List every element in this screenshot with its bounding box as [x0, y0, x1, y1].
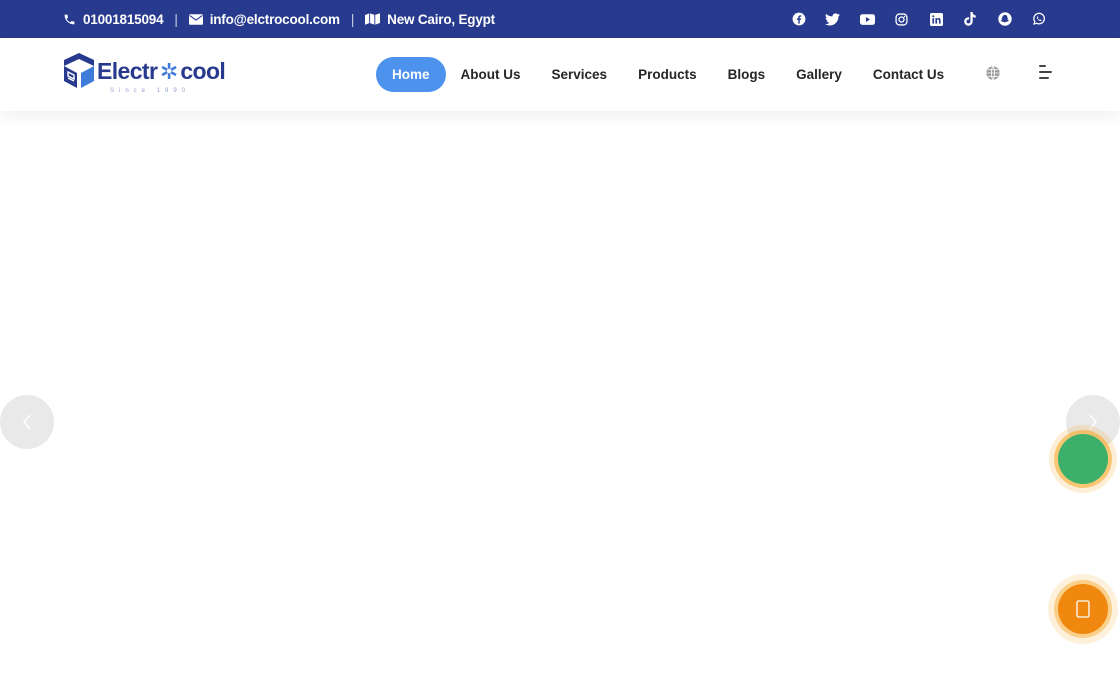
phone-contact[interactable]: 01001815094	[63, 11, 164, 27]
top-bar: 01001815094 | info@elctrocool.com | New …	[0, 0, 1120, 38]
instagram-icon[interactable]	[893, 11, 910, 28]
whatsapp-float-button[interactable]	[1058, 434, 1108, 484]
map-icon	[365, 13, 381, 25]
phone-icon	[1076, 600, 1090, 618]
youtube-icon[interactable]	[859, 11, 876, 28]
nav-gallery[interactable]: Gallery	[796, 67, 842, 82]
logo-cube-icon	[64, 53, 94, 88]
nav-contact-us[interactable]: Contact Us	[873, 67, 944, 82]
menu-icon[interactable]	[1039, 65, 1052, 79]
page: 01001815094 | info@elctrocool.com | New …	[0, 0, 1120, 700]
social-links	[790, 0, 1065, 38]
tiktok-icon[interactable]	[962, 11, 979, 28]
slider-prev-button[interactable]	[0, 395, 54, 449]
phone-number: 01001815094	[83, 11, 164, 27]
whatsapp-icon[interactable]	[1031, 11, 1048, 28]
brand-name-part2: cool	[180, 58, 226, 84]
globe-icon[interactable]	[985, 65, 1001, 81]
chevron-left-icon	[23, 414, 31, 430]
separator: |	[174, 11, 178, 27]
envelope-icon	[188, 13, 203, 25]
chevron-right-icon	[1089, 414, 1097, 430]
brand-logo[interactable]: Electr ✲ cool Since 1990	[62, 52, 242, 98]
brand-name-part1: Electr	[97, 58, 158, 84]
linkedin-icon[interactable]	[928, 11, 945, 28]
main-nav: Home About Us Services Products Blogs Ga…	[376, 57, 944, 92]
location-contact[interactable]: New Cairo, Egypt	[365, 12, 495, 27]
nav-about-us[interactable]: About Us	[461, 67, 521, 82]
snowflake-icon: ✲	[159, 59, 178, 84]
brand-tagline: Since 1990	[110, 88, 191, 94]
email-address: info@elctrocool.com	[209, 11, 340, 27]
twitter-icon[interactable]	[824, 11, 841, 28]
contact-info: 01001815094 | info@elctrocool.com | New …	[63, 0, 495, 38]
email-contact[interactable]: info@elctrocool.com	[188, 11, 340, 27]
nav-blogs[interactable]: Blogs	[728, 67, 766, 82]
nav-services[interactable]: Services	[552, 67, 608, 82]
facebook-icon[interactable]	[790, 11, 807, 28]
nav-home[interactable]: Home	[376, 57, 446, 92]
location-text: New Cairo, Egypt	[387, 11, 495, 27]
snapchat-icon[interactable]	[996, 11, 1013, 28]
separator: |	[350, 11, 355, 27]
main-header: Electr ✲ cool Since 1990 Home About Us Ser…	[0, 38, 1120, 111]
call-float-button[interactable]	[1058, 584, 1108, 634]
nav-products[interactable]: Products	[638, 67, 697, 82]
phone-icon	[63, 13, 76, 26]
brand-name: Electr ✲ cool	[97, 58, 226, 85]
